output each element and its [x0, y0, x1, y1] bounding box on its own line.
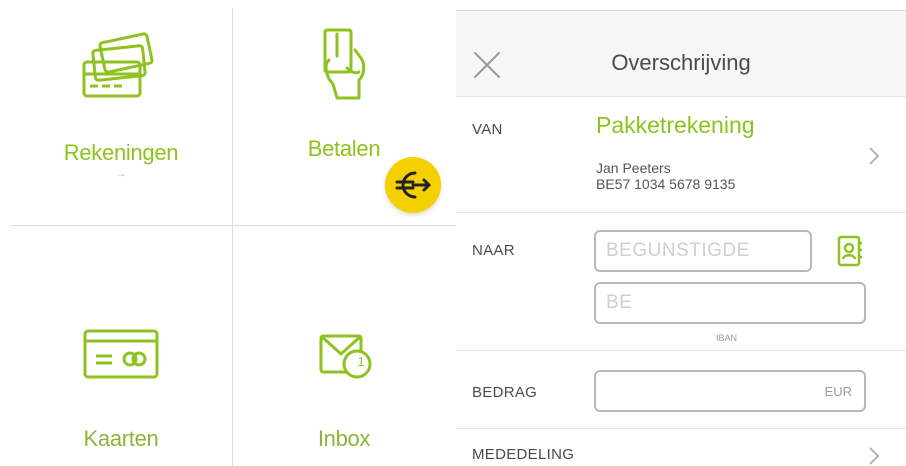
chevron-right-icon: [869, 447, 880, 465]
inbox-badge: 1: [357, 354, 365, 369]
euro-transfer-icon: [395, 171, 431, 199]
address-book-icon[interactable]: [834, 234, 864, 268]
from-account-holder: Jan Peeters: [596, 160, 671, 176]
quick-transfer-button[interactable]: [385, 157, 441, 213]
from-account-name: Pakketrekening: [596, 112, 755, 138]
to-divider: [456, 350, 906, 351]
page-title: Overschrijving: [611, 50, 751, 75]
chevron-right-icon: [869, 147, 880, 165]
iban-placeholder: BE: [606, 292, 633, 313]
beneficiary-placeholder: BEGUNSTIGDE: [606, 240, 750, 261]
from-divider: [456, 212, 906, 213]
tile-rekeningen-label: Rekeningen: [63, 140, 179, 165]
currency-label: EUR: [824, 384, 852, 399]
tile-rekeningen-arrow: →: [115, 166, 127, 180]
tile-kaarten-label: Kaarten: [83, 426, 159, 451]
from-account-iban: BE57 1034 5678 9135: [596, 176, 736, 192]
from-label: VAN: [472, 121, 503, 138]
to-label: NAAR: [472, 242, 515, 259]
beneficiary-input[interactable]: BEGUNSTIGDE: [594, 230, 812, 272]
tile-inbox-label: Inbox: [317, 426, 371, 451]
message-label: MEDEDELING: [472, 446, 575, 463]
amount-input[interactable]: EUR: [594, 370, 866, 412]
cards-icon: [82, 32, 154, 98]
iban-caption: IBAN: [716, 333, 738, 343]
tile-kaarten[interactable]: Kaarten: [10, 226, 232, 466]
pay-by-phone-icon: [323, 28, 366, 100]
tile-inbox[interactable]: 1 Inbox: [233, 226, 455, 466]
tile-rekeningen[interactable]: Rekeningen →: [10, 20, 232, 220]
card-icon: [83, 329, 159, 379]
iban-input[interactable]: BE: [594, 282, 866, 324]
amount-label: BEDRAG: [472, 384, 538, 401]
